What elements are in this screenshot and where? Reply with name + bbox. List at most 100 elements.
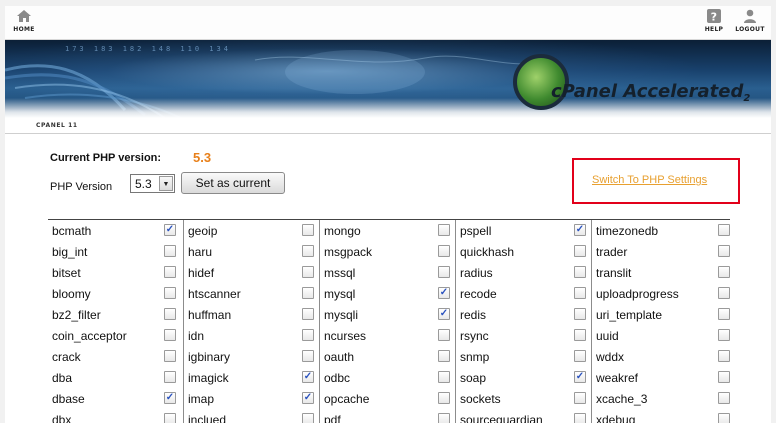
module-name: dba	[52, 371, 73, 385]
module-column: timezonedb trader translit uploadprogress ur…	[592, 220, 730, 423]
module-checkbox[interactable]	[718, 350, 730, 362]
module-row: radius	[456, 262, 591, 283]
module-checkbox[interactable]	[164, 371, 176, 383]
module-checkbox[interactable]	[438, 329, 450, 341]
module-checkbox[interactable]	[302, 329, 314, 341]
module-checkbox[interactable]	[574, 413, 586, 423]
module-row: bz2_filter	[48, 304, 183, 325]
module-name: soap	[460, 371, 487, 385]
module-checkbox[interactable]	[164, 350, 176, 362]
module-name: opcache	[324, 392, 370, 406]
module-checkbox[interactable]	[438, 245, 450, 257]
module-name: pdf	[324, 413, 341, 423]
chevron-down-icon[interactable]: ▼	[159, 176, 173, 191]
module-checkbox[interactable]	[438, 266, 450, 278]
module-name: hidef	[188, 266, 215, 280]
module-checkbox[interactable]	[302, 350, 314, 362]
module-row: recode	[456, 283, 591, 304]
module-checkbox[interactable]	[574, 266, 586, 278]
module-checkbox[interactable]	[718, 371, 730, 383]
module-checkbox[interactable]: ✓	[574, 371, 586, 383]
module-row: coin_acceptor	[48, 325, 183, 346]
module-name: bloomy	[52, 287, 91, 301]
module-checkbox[interactable]	[302, 245, 314, 257]
module-name: mysqli	[324, 308, 359, 322]
module-row: uploadprogress	[592, 283, 730, 304]
module-row: dba	[48, 367, 183, 388]
switch-to-php-settings-link[interactable]: Switch To PHP Settings	[592, 174, 707, 186]
home-label: HOME	[13, 26, 35, 33]
module-row: idn	[184, 325, 319, 346]
module-checkbox[interactable]: ✓	[574, 224, 586, 236]
home-button[interactable]: HOME	[11, 8, 37, 33]
module-checkbox[interactable]	[574, 287, 586, 299]
module-checkbox[interactable]	[574, 245, 586, 257]
module-name: bcmath	[52, 224, 92, 238]
module-checkbox[interactable]	[438, 350, 450, 362]
help-label: HELP	[704, 26, 724, 33]
module-checkbox[interactable]	[718, 392, 730, 404]
module-checkbox[interactable]	[302, 266, 314, 278]
module-checkbox[interactable]	[718, 287, 730, 299]
module-checkbox[interactable]	[302, 287, 314, 299]
module-checkbox[interactable]	[164, 245, 176, 257]
module-row: mongo	[320, 220, 455, 241]
module-checkbox[interactable]	[718, 413, 730, 423]
php-modules-table: bcmath ✓ big_int bitset bloomy bz2_filter coin…	[48, 219, 730, 423]
module-checkbox[interactable]	[164, 287, 176, 299]
php-version-select[interactable]: 5.3 ▼	[130, 174, 175, 193]
module-checkbox[interactable]	[718, 329, 730, 341]
module-checkbox[interactable]: ✓	[438, 287, 450, 299]
module-checkbox[interactable]: ✓	[438, 308, 450, 320]
set-as-current-button[interactable]: Set as current	[181, 172, 285, 194]
module-checkbox[interactable]	[438, 371, 450, 383]
module-name: dbx	[52, 413, 72, 423]
logout-button[interactable]: LOGOUT	[733, 8, 767, 33]
module-checkbox[interactable]	[164, 266, 176, 278]
module-row: snmp	[456, 346, 591, 367]
module-checkbox[interactable]	[438, 392, 450, 404]
module-checkbox[interactable]	[438, 413, 450, 423]
module-name: mongo	[324, 224, 361, 238]
module-checkbox[interactable]: ✓	[302, 392, 314, 404]
module-checkbox[interactable]	[164, 329, 176, 341]
module-name: sourceguardian	[460, 413, 543, 423]
module-checkbox[interactable]: ✓	[302, 371, 314, 383]
module-checkbox[interactable]	[574, 329, 586, 341]
module-checkbox[interactable]	[574, 308, 586, 320]
module-checkbox[interactable]	[574, 392, 586, 404]
module-checkbox[interactable]	[438, 224, 450, 236]
module-checkbox[interactable]	[718, 308, 730, 320]
module-row: bloomy	[48, 283, 183, 304]
module-name: htscanner	[188, 287, 241, 301]
module-name: redis	[460, 308, 487, 322]
module-name: radius	[460, 266, 493, 280]
module-checkbox[interactable]	[718, 266, 730, 278]
module-name: imap	[188, 392, 215, 406]
module-row: mysqli ✓	[320, 304, 455, 325]
module-row: quickhash	[456, 241, 591, 262]
module-checkbox[interactable]	[302, 308, 314, 320]
user-icon	[744, 9, 756, 23]
module-name: bz2_filter	[52, 308, 101, 322]
module-row: imap ✓	[184, 388, 319, 409]
module-checkbox[interactable]: ✓	[164, 392, 176, 404]
help-button[interactable]: ? HELP	[701, 8, 727, 33]
module-row: big_int	[48, 241, 183, 262]
module-name: pspell	[460, 224, 492, 238]
module-checkbox[interactable]	[302, 224, 314, 236]
module-checkbox[interactable]	[574, 350, 586, 362]
module-checkbox[interactable]	[164, 308, 176, 320]
module-name: odbc	[324, 371, 351, 385]
module-name: weakref	[596, 371, 639, 385]
module-checkbox[interactable]: ✓	[164, 224, 176, 236]
module-checkbox[interactable]	[164, 413, 176, 423]
module-checkbox[interactable]	[718, 224, 730, 236]
php-version-label: PHP Version	[50, 181, 113, 193]
module-row: igbinary	[184, 346, 319, 367]
module-name: sockets	[460, 392, 501, 406]
module-checkbox[interactable]	[718, 245, 730, 257]
module-row: mssql	[320, 262, 455, 283]
module-checkbox[interactable]	[302, 413, 314, 423]
switch-link-highlight: Switch To PHP Settings	[572, 158, 740, 204]
